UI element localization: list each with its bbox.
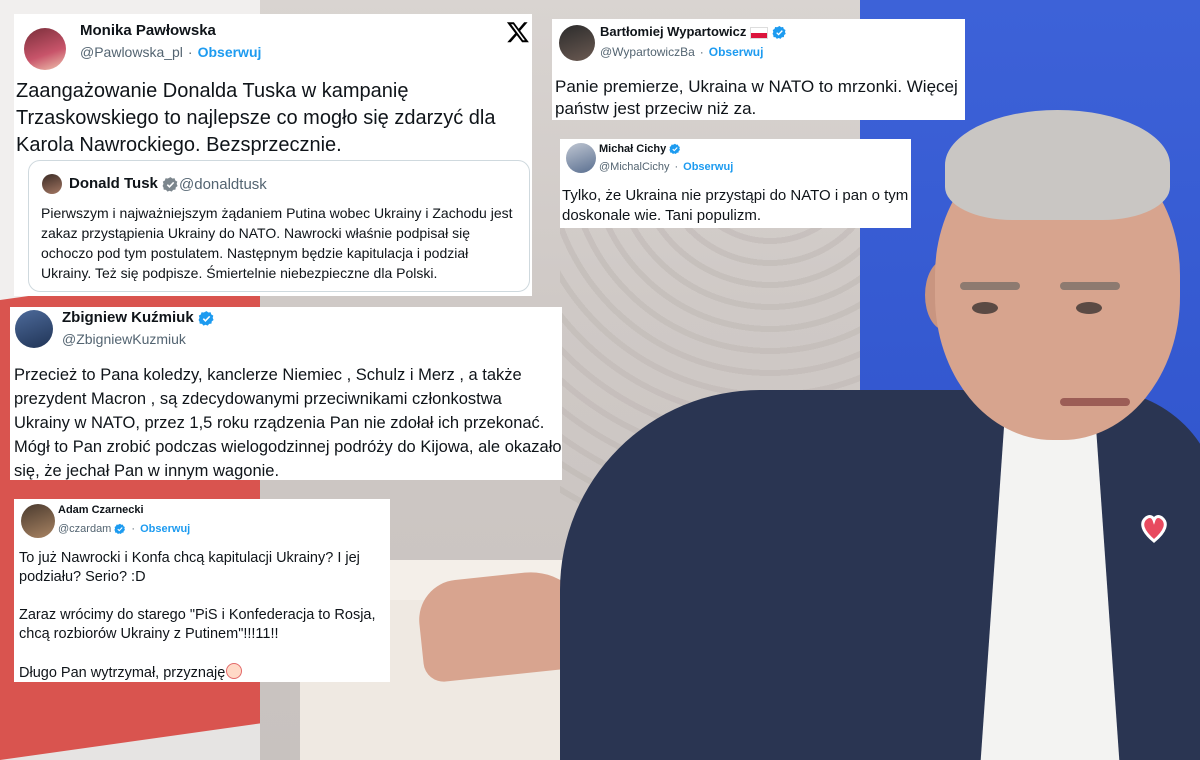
avatar[interactable]	[15, 310, 53, 348]
author-name: Bartłomiej Wypartowicz	[600, 24, 787, 40]
author-handle[interactable]: @czardam	[58, 523, 111, 535]
tweet-text: Zaangażowanie Donalda Tuska w kampanię T…	[16, 80, 496, 156]
author-name: Zbigniew Kuźmiuk	[62, 309, 215, 327]
quoted-tweet-text: Pierwszym i najważniejszym żądaniem Puti…	[41, 205, 513, 281]
author-handle-line: @WypartowiczBa · Obserwuj	[600, 45, 764, 59]
tweet-text: To już Nawrocki i Konfa chcą kapitulacji…	[19, 550, 376, 681]
author-name-text[interactable]: Bartłomiej Wypartowicz	[600, 24, 746, 39]
avatar[interactable]	[21, 504, 55, 538]
heart-pin-icon	[1141, 515, 1167, 543]
author-handle-line: @MichalCichy · Obserwuj	[599, 161, 734, 173]
quoted-tweet[interactable]: Donald Tusk @donaldtusk Pierwszym i najw…	[28, 160, 530, 292]
author-name[interactable]: Monika Pawłowska	[80, 22, 216, 39]
tweet-text: Przecież to Pana koledzy, kanclerze Niem…	[14, 366, 562, 480]
author-handle[interactable]: @Pawlowska_pl	[80, 44, 183, 60]
tweet-text: Tylko, że Ukraina nie przystąpi do NATO …	[562, 187, 909, 224]
author-name: Michał Cichy	[599, 143, 681, 155]
quoted-author-name: Donald Tusk	[69, 175, 179, 193]
author-handle[interactable]: @MichalCichy	[599, 161, 669, 173]
author-name[interactable]: Adam Czarnecki	[58, 504, 144, 516]
author-handle[interactable]: @WypartowiczBa	[600, 45, 695, 59]
quoted-author-handle: @donaldtusk	[179, 176, 267, 193]
author-handle-line: @czardam · Obserwuj	[58, 523, 191, 535]
verified-badge-icon	[669, 143, 681, 155]
eyebrow-right	[1060, 282, 1120, 290]
tweet-card-kuzmiuk: Zbigniew Kuźmiuk @ZbigniewKuzmiuk Przeci…	[10, 307, 562, 480]
follow-button[interactable]: Obserwuj	[140, 523, 190, 535]
tweet-text: Panie premierze, Ukraina w NATO to mrzon…	[555, 77, 958, 118]
tweet-card-cichy: Michał Cichy @MichalCichy · Obserwuj Tylko…	[560, 139, 911, 228]
eye-left	[972, 302, 998, 314]
verified-badge-icon	[162, 176, 178, 192]
tweet-card-czarnecki: Adam Czarnecki @czardam · Obserwuj To już…	[14, 499, 390, 682]
avatar[interactable]	[559, 25, 595, 61]
clown-emoji-icon	[226, 663, 243, 679]
avatar[interactable]	[566, 143, 596, 173]
verified-badge-icon	[114, 523, 126, 535]
quoted-avatar[interactable]	[42, 174, 62, 194]
verified-badge-icon	[772, 26, 786, 39]
quoted-name-text: Donald Tusk	[69, 175, 158, 192]
mouth	[1060, 398, 1130, 406]
x-logo-icon[interactable]	[506, 20, 530, 44]
verified-badge-icon	[198, 310, 214, 326]
author-name-text[interactable]: Zbigniew Kuźmiuk	[62, 309, 194, 326]
tweet-text-container: To już Nawrocki i Konfa chcą kapitulacji…	[19, 549, 387, 683]
follow-button[interactable]: Obserwuj	[198, 44, 262, 60]
author-handle-line: @Pawlowska_pl · Obserwuj	[80, 44, 262, 60]
follow-button[interactable]: Obserwuj	[709, 45, 764, 59]
author-handle[interactable]: @ZbigniewKuzmiuk	[62, 331, 186, 347]
eyebrow-left	[960, 282, 1020, 290]
poland-flag-icon	[750, 26, 769, 39]
avatar[interactable]	[24, 28, 66, 70]
author-name-text[interactable]: Michał Cichy	[599, 143, 666, 155]
hair	[945, 110, 1170, 220]
tweet-card-pawlowska: Monika Pawłowska @Pawlowska_pl · Obserwuj …	[14, 14, 532, 296]
eye-right	[1076, 302, 1102, 314]
tweet-card-wypartowicz: Bartłomiej Wypartowicz @WypartowiczBa · Ob…	[552, 19, 965, 120]
follow-button[interactable]: Obserwuj	[683, 161, 733, 173]
